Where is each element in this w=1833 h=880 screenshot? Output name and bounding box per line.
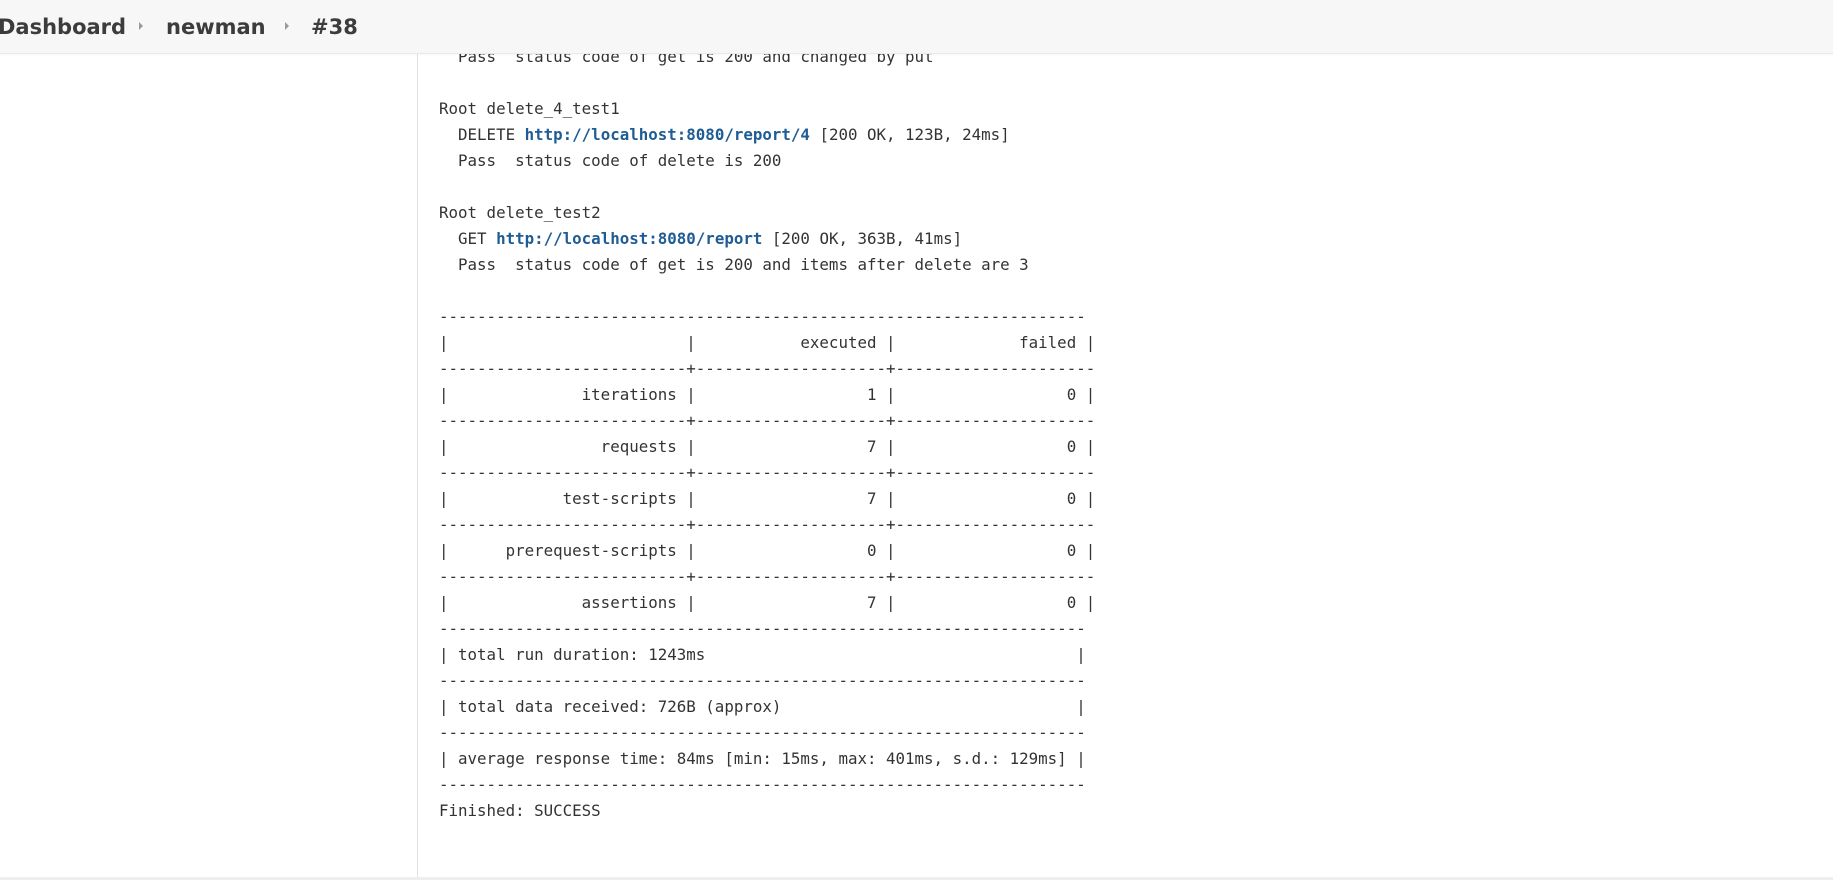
console-line: | assertions | 7 | 0 | — [439, 593, 1096, 612]
console-line: Finished: SUCCESS — [439, 801, 601, 820]
console-line: Root delete_4_test1 — [439, 99, 620, 118]
console-line: | | executed | failed | — [439, 333, 1096, 352]
console-output: Pass status code of get is 200 and chang… — [439, 44, 1095, 824]
console-line: ----------------------------------------… — [439, 775, 1086, 794]
request-url-link[interactable]: http://localhost:8080/report — [496, 229, 762, 248]
console-line: ----------------------------------------… — [439, 723, 1086, 742]
chevron-right-icon — [285, 22, 289, 30]
console-line: Pass status code of delete is 200 — [439, 151, 782, 170]
console-line: DELETE http://localhost:8080/report/4 [2… — [439, 122, 1095, 148]
console-text: GET — [439, 229, 497, 248]
chevron-right-icon — [139, 22, 143, 30]
console-text: DELETE — [439, 125, 525, 144]
console-line: Pass status code of get is 200 and items… — [439, 255, 1029, 274]
console-line: | requests | 7 | 0 | — [439, 437, 1096, 456]
console-line: --------------------------+-------------… — [439, 359, 1096, 378]
console-line: --------------------------+-------------… — [439, 515, 1096, 534]
console-line: | iterations | 1 | 0 | — [439, 385, 1096, 404]
console-line: Root delete_test2 — [439, 203, 601, 222]
console-line: GET http://localhost:8080/report [200 OK… — [439, 226, 1095, 252]
console-line: ----------------------------------------… — [439, 307, 1086, 326]
breadcrumb-bar: Dashboard newman #38 — [0, 0, 1833, 54]
console-line: ----------------------------------------… — [439, 671, 1086, 690]
request-url-link[interactable]: http://localhost:8080/report/4 — [525, 125, 810, 144]
console-line: --------------------------+-------------… — [439, 463, 1096, 482]
console-line: | total run duration: 1243ms | — [439, 645, 1086, 664]
breadcrumb-build-link[interactable]: #38 — [311, 14, 358, 40]
console-line: | test-scripts | 7 | 0 | — [439, 489, 1096, 508]
console-text: [200 OK, 123B, 24ms] — [809, 125, 1010, 144]
console-text: [200 OK, 363B, 41ms] — [762, 229, 963, 248]
console-line: ----------------------------------------… — [439, 619, 1086, 638]
console-line: --------------------------+-------------… — [439, 411, 1096, 430]
console-line: | total data received: 726B (approx) | — [439, 697, 1086, 716]
console-line: | prerequest-scripts | 0 | 0 | — [439, 541, 1096, 560]
breadcrumb-job-link[interactable]: newman — [166, 14, 266, 40]
console-line: --------------------------+-------------… — [439, 567, 1096, 586]
breadcrumb-dashboard-link[interactable]: Dashboard — [0, 14, 126, 40]
left-side-panel — [0, 0, 418, 878]
console-line: | average response time: 84ms [min: 15ms… — [439, 749, 1086, 768]
